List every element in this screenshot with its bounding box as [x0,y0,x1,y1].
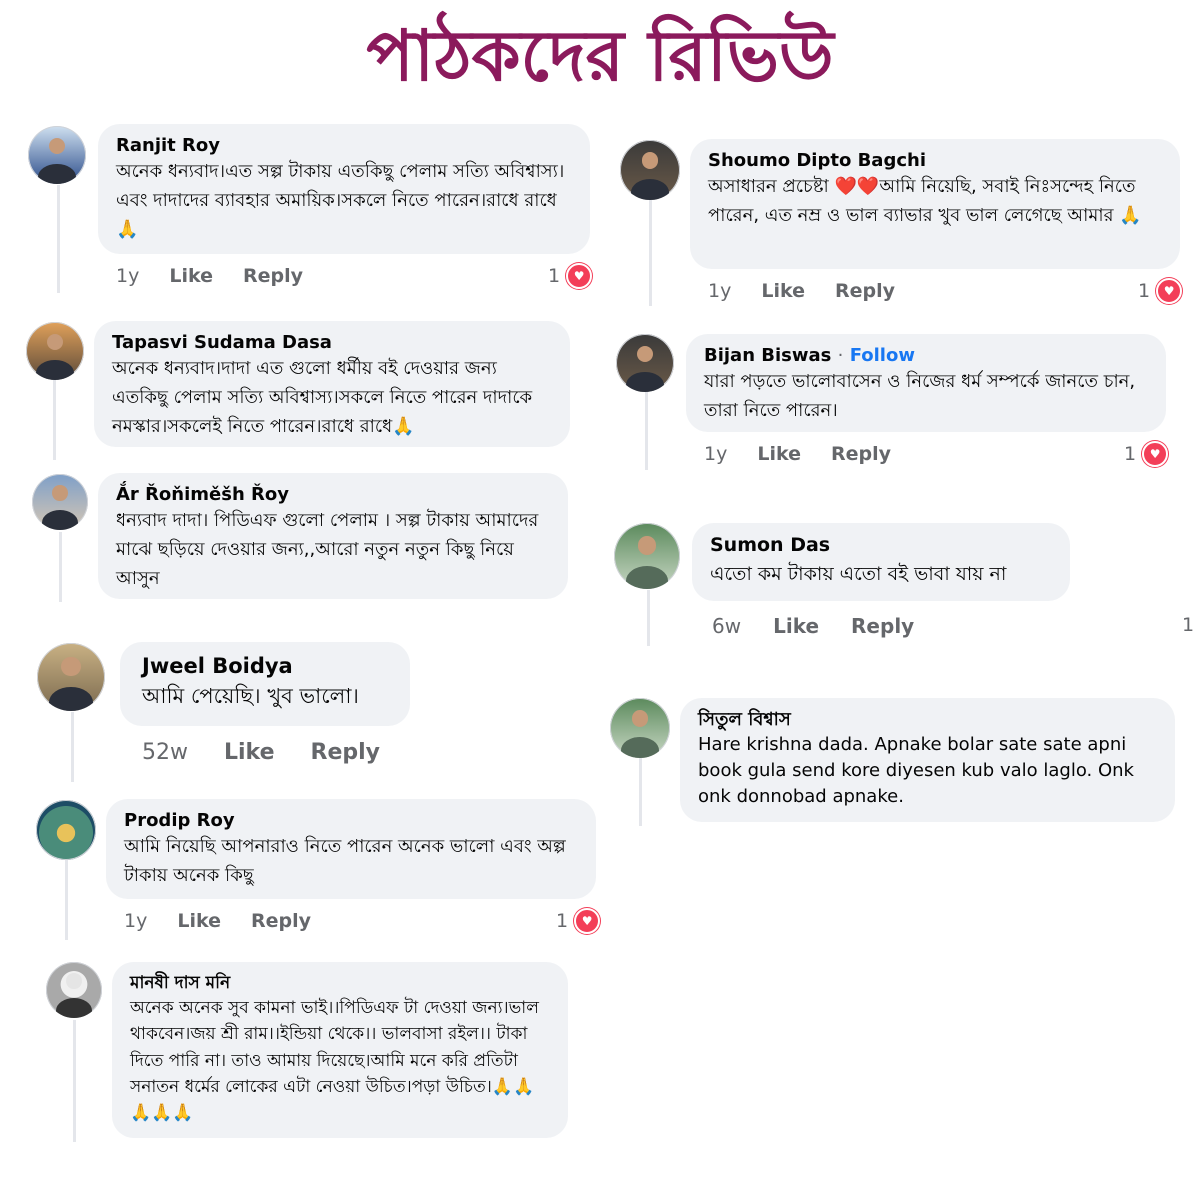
reaction-number: 1 [1124,443,1137,465]
reaction-number: 1 [556,910,569,932]
comment-author[interactable]: Jweel Boidya [142,652,388,680]
comment-author[interactable]: Tapasvi Sudama Dasa [112,331,552,355]
comment-time[interactable]: 1y [704,443,727,465]
thread-line [645,392,648,470]
reaction-count[interactable]: 1 ♥ [548,263,593,289]
like-button[interactable]: Like [757,443,801,465]
avatar[interactable] [614,523,680,589]
comment-actions: 1y Like Reply [116,265,303,287]
avatar[interactable] [28,126,86,184]
like-button[interactable]: Like [761,280,805,302]
heart-reaction-icon: ♥ [1156,278,1183,304]
comment-author[interactable]: Sumon Das [710,533,1052,559]
like-button[interactable]: Like [177,910,221,932]
comment-text: যারা পড়তে ভালোবাসেন ও নিজের ধর্ম সম্পর্… [704,371,1136,422]
comment-actions: 52w Like Reply [142,740,380,765]
thread-line [59,532,62,602]
comment-time[interactable]: 1y [124,910,147,932]
reply-button[interactable]: Reply [851,614,914,638]
comment-bubble: মানষী দাস মনি অনেক অনেক সুব কামনা ভাই।।প… [112,962,568,1138]
reaction-count[interactable]: 1 ♥ [1138,278,1183,304]
comment-bubble: সিতুল বিশ্বাস Hare krishna dada. Apnake … [680,698,1175,822]
like-button[interactable]: Like [169,265,213,287]
comment-bubble: Jweel Boidya আমি পেয়েছি। খুব ভালো। [120,642,410,726]
thread-line [73,1020,76,1142]
comment-bubble: Shoumo Dipto Bagchi অসাধারন প্রচেষ্টা ❤️… [690,139,1180,269]
like-button[interactable]: Like [224,740,275,765]
reply-button[interactable]: Reply [835,280,895,302]
comment-time[interactable]: 1y [708,280,731,302]
comment-author[interactable]: মানষী দাস মনি [130,972,550,995]
heart-reaction-icon: ♥ [574,908,601,934]
thread-line [65,860,68,940]
thread-line [639,758,642,826]
comment-bubble: Ranjit Roy অনেক ধন্যবাদ।এত সল্প টাকায় এ… [98,124,590,254]
comment-author: Bijan Biswas · Follow [704,345,915,366]
thread-line [53,380,56,460]
heart-reaction-icon: ♥ [1142,441,1169,467]
avatar[interactable] [32,474,88,530]
avatar[interactable] [36,800,96,860]
comment-text: অসাধারন প্রচেষ্টা ❤️❤️আমি নিয়েছি, সবাই … [708,176,1142,227]
avatar[interactable] [37,643,105,711]
avatar[interactable] [610,698,670,758]
comment-time[interactable]: 6w [712,614,741,638]
comment-bubble: Ắr Řoňiměšh Řoy ধন্যবাদ দাদা। পিডিএফ গুল… [98,473,568,599]
comment-author[interactable]: Ắr Řoňiměšh Řoy [116,483,550,507]
comment-bubble: Tapasvi Sudama Dasa অনেক ধন্যবাদ।দাদা এত… [94,321,570,447]
avatar[interactable] [26,322,84,380]
thread-line [649,200,652,306]
reaction-number: 1 [548,265,561,287]
comment-text: এতো কম টাকায় এতো বই ভাবা যায় না [710,562,1007,585]
author-name[interactable]: Bijan Biswas [704,345,831,366]
reaction-count[interactable]: 1 [1182,614,1194,636]
reaction-count[interactable]: 1 ♥ [556,908,601,934]
comment-bubble: Sumon Das এতো কম টাকায় এতো বই ভাবা যায়… [692,523,1070,601]
comment-author[interactable]: Prodip Roy [124,809,578,833]
reaction-number: 1 [1138,280,1151,302]
comment-text: অনেক ধন্যবাদ।দাদা এত গুলো ধর্মীয় বই দেও… [112,358,533,437]
comment-bubble: Bijan Biswas · Follow যারা পড়তে ভালোবাস… [686,334,1166,432]
comment-author[interactable]: Ranjit Roy [116,134,572,158]
avatar[interactable] [46,962,102,1018]
comment-time[interactable]: 52w [142,740,188,765]
reaction-count[interactable]: 1 ♥ [1124,441,1169,467]
comment-bubble: Prodip Roy আমি নিয়েছি আপনারাও নিতে পারে… [106,799,596,899]
reply-button[interactable]: Reply [311,740,381,765]
thread-line [71,712,74,782]
comment-author[interactable]: সিতুল বিশ্বাস [698,708,1157,732]
thread-line [647,590,650,646]
comment-actions: 6w Like Reply [712,614,914,638]
thread-line [57,185,60,293]
follow-button[interactable]: Follow [850,345,915,366]
comment-text: আমি নিয়েছি আপনারাও নিতে পারেন অনেক ভালো… [124,836,566,887]
comment-actions: 1y Like Reply [704,443,891,465]
reply-button[interactable]: Reply [831,443,891,465]
avatar[interactable] [620,140,680,200]
comment-text: Hare krishna dada. Apnake bolar sate sat… [698,734,1134,808]
avatar[interactable] [616,334,674,392]
comment-actions: 1y Like Reply [708,280,895,302]
comment-text: আমি পেয়েছি। খুব ভালো। [142,684,359,709]
reply-button[interactable]: Reply [243,265,303,287]
comment-text: অনেক অনেক সুব কামনা ভাই।।পিডিএফ টা দেওয়… [130,997,539,1124]
comment-time[interactable]: 1y [116,265,139,287]
like-button[interactable]: Like [773,614,819,638]
comment-actions: 1y Like Reply [124,910,311,932]
heart-reaction-icon: ♥ [566,263,593,289]
reply-button[interactable]: Reply [251,910,311,932]
page-title: পাঠকদের রিভিউ [366,15,834,97]
comment-author[interactable]: Shoumo Dipto Bagchi [708,149,1162,173]
comment-text: ধন্যবাদ দাদা। পিডিএফ গুলো পেলাম । সল্প ট… [116,510,539,589]
comment-text: অনেক ধন্যবাদ।এত সল্প টাকায় এতকিছু পেলাম… [116,161,565,240]
